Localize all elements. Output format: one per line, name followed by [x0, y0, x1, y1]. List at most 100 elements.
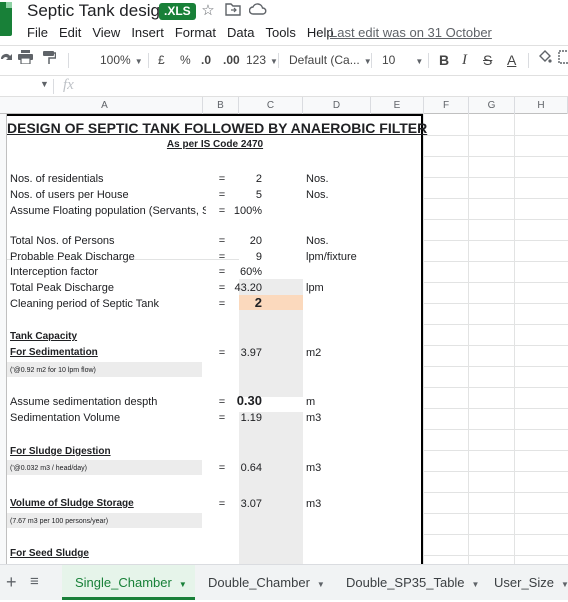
paint-format-icon[interactable] [42, 50, 57, 70]
zoom-select[interactable]: 100% ▼ [100, 50, 143, 70]
equals-cleaning-period[interactable]: = [217, 297, 227, 311]
value-peak-discharge[interactable]: 9 [256, 250, 262, 264]
spreadsheet-grid[interactable]: A B C D E F G H DESIGN OF SEPTIC TANK FO… [0, 97, 568, 564]
equals-residentials[interactable]: = [217, 172, 227, 186]
redo-icon[interactable] [0, 50, 14, 70]
print-icon[interactable] [18, 50, 33, 70]
label-sludge-storage[interactable]: Volume of Sludge Storage [10, 497, 134, 511]
text-color-button[interactable]: A [507, 50, 516, 70]
cell-area[interactable]: DESIGN OF SEPTIC TANK FOLLOWED BY ANAERO… [7, 114, 568, 564]
unit-sludge-storage[interactable]: m3 [306, 497, 321, 511]
bold-button[interactable]: B [439, 50, 449, 70]
tab-double-sp35-table[interactable]: Double_SP35_Table ▼ [333, 565, 481, 600]
unit-sludge-digestion[interactable]: m3 [306, 461, 321, 475]
label-interception[interactable]: Interception factor [10, 265, 98, 279]
section-tank-capacity: Tank Capacity [10, 331, 78, 342]
label-sed-volume[interactable]: Sedimentation Volume [10, 411, 120, 425]
value-sludge-storage[interactable]: 3.07 [241, 497, 262, 511]
unit-sed-depth[interactable]: m [306, 395, 315, 409]
toolbar: 100% ▼ £ % .0 .00 123 ▼ Default (Ca... ▼ 10… [0, 45, 568, 73]
column-header-d[interactable]: D [303, 97, 371, 114]
menu-edit[interactable]: Edit [59, 25, 81, 41]
strikethrough-button[interactable]: S [483, 50, 492, 70]
font-size-select[interactable]: 10 ▼ [382, 50, 423, 70]
add-sheet-icon[interactable]: + [6, 573, 17, 591]
value-cleaning-period[interactable]: 2 [255, 296, 262, 310]
equals-peak-discharge[interactable]: = [217, 250, 227, 264]
column-header-g[interactable]: G [469, 97, 515, 114]
document-title[interactable]: Septic Tank design [27, 1, 169, 21]
move-to-folder-icon[interactable] [224, 2, 242, 20]
value-residentials[interactable]: 2 [256, 172, 262, 186]
equals-interception[interactable]: = [217, 265, 227, 279]
tab-user-size[interactable]: User_Size ▼ [481, 565, 568, 600]
column-header-a[interactable]: A [7, 97, 203, 114]
tab-double-chamber[interactable]: Double_Chamber ▼ [195, 565, 333, 600]
unit-residentials[interactable]: Nos. [306, 172, 329, 186]
value-sed-volume[interactable]: 1.19 [241, 411, 262, 425]
italic-button[interactable]: I [462, 50, 467, 70]
equals-sludge-storage[interactable]: = [217, 497, 227, 511]
value-sed-depth[interactable]: 0.30 [237, 394, 262, 408]
percent-format-button[interactable]: % [180, 50, 191, 70]
label-peak-discharge[interactable]: Probable Peak Discharge [10, 250, 135, 264]
value-total-persons[interactable]: 20 [250, 234, 262, 248]
label-total-persons[interactable]: Total Nos. of Persons [10, 234, 115, 248]
value-total-peak[interactable]: 43.20 [234, 281, 262, 295]
label-sludge-digestion[interactable]: For Sludge Digestion [10, 445, 111, 459]
borders-icon[interactable] [558, 50, 568, 70]
label-floating[interactable]: Assume Floating population (Servants, S [10, 204, 206, 218]
menu-tools[interactable]: Tools [265, 25, 295, 41]
increase-decimal-button[interactable]: .00 [223, 50, 240, 70]
column-header-f[interactable]: F [424, 97, 469, 114]
sheets-logo-icon[interactable] [0, 2, 12, 36]
label-sed-depth[interactable]: Assume sedimentation despth [10, 395, 157, 409]
label-seed-sludge[interactable]: For Seed Sludge [10, 547, 89, 561]
name-box-dropdown-icon[interactable]: ▼ [40, 79, 49, 89]
equals-floating[interactable]: = [217, 204, 227, 218]
fill-color-icon[interactable] [537, 50, 552, 70]
equals-sedimentation[interactable]: = [217, 346, 227, 360]
equals-sed-volume[interactable]: = [217, 411, 227, 425]
last-edit-link[interactable]: Last edit was on 31 October [330, 25, 492, 40]
unit-sedimentation[interactable]: m2 [306, 346, 321, 360]
column-header-h[interactable]: H [515, 97, 568, 114]
label-total-peak[interactable]: Total Peak Discharge [10, 281, 114, 295]
equals-users[interactable]: = [217, 188, 227, 202]
unit-peak-discharge[interactable]: lpm/fixture [306, 250, 357, 264]
star-icon[interactable]: ☆ [199, 2, 217, 20]
file-format-badge: .XLS [159, 3, 196, 20]
equals-total-persons[interactable]: = [217, 234, 227, 248]
label-sedimentation[interactable]: For Sedimentation [10, 346, 98, 360]
value-users[interactable]: 5 [256, 188, 262, 202]
value-sludge-digestion[interactable]: 0.64 [241, 461, 262, 475]
label-residentials[interactable]: Nos. of residentials [10, 172, 104, 186]
menu-data[interactable]: Data [227, 25, 254, 41]
cloud-status-icon[interactable] [248, 2, 267, 20]
column-header-e[interactable]: E [371, 97, 424, 114]
tab-single-chamber[interactable]: Single_Chamber ▼ [62, 565, 195, 600]
value-interception[interactable]: 60% [240, 265, 262, 279]
label-users[interactable]: Nos. of users per House [10, 188, 129, 202]
column-header-c[interactable]: C [239, 97, 303, 114]
font-family-select[interactable]: Default (Ca... ▼ [289, 50, 372, 70]
more-formats-select[interactable]: 123 ▼ [246, 50, 278, 70]
value-floating[interactable]: 100% [234, 204, 262, 218]
menu-insert[interactable]: Insert [131, 25, 164, 41]
unit-users[interactable]: Nos. [306, 188, 329, 202]
currency-format-button[interactable]: £ [158, 50, 165, 70]
value-sedimentation[interactable]: 3.97 [241, 346, 262, 360]
equals-total-peak[interactable]: = [217, 281, 227, 295]
all-sheets-icon[interactable]: ≡ [30, 573, 39, 591]
menu-view[interactable]: View [92, 25, 120, 41]
unit-total-persons[interactable]: Nos. [306, 234, 329, 248]
column-header-b[interactable]: B [203, 97, 239, 114]
menu-format[interactable]: Format [175, 25, 216, 41]
unit-sed-volume[interactable]: m3 [306, 411, 321, 425]
decrease-decimal-button[interactable]: .0 [201, 50, 211, 70]
label-cleaning-period[interactable]: Cleaning period of Septic Tank [10, 297, 159, 311]
equals-sludge-digestion[interactable]: = [217, 461, 227, 475]
unit-total-peak[interactable]: lpm [306, 281, 324, 295]
menu-file[interactable]: File [27, 25, 48, 41]
equals-sed-depth[interactable]: = [217, 395, 227, 409]
